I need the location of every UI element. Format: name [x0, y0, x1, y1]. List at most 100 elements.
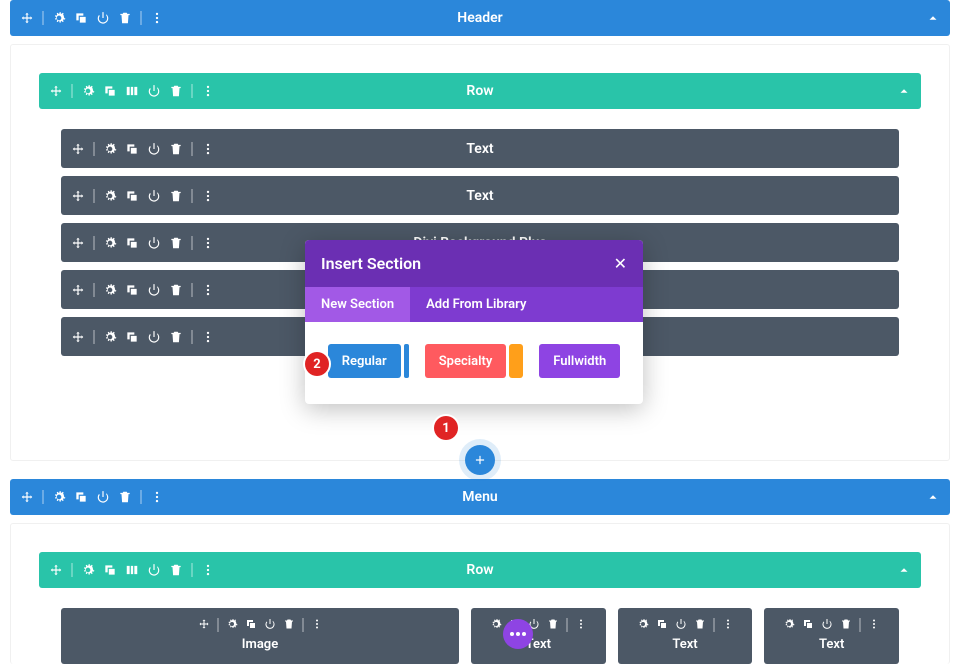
- gear-icon[interactable]: [81, 563, 95, 577]
- more-icon[interactable]: [868, 618, 880, 630]
- power-icon[interactable]: [147, 283, 161, 297]
- close-icon[interactable]: ✕: [614, 254, 627, 273]
- move-icon[interactable]: [71, 283, 85, 297]
- more-icon[interactable]: [201, 330, 215, 344]
- move-icon[interactable]: [20, 11, 34, 25]
- collapse-icon[interactable]: [926, 11, 940, 25]
- more-icon[interactable]: [201, 189, 215, 203]
- columns-icon[interactable]: [125, 84, 139, 98]
- trash-icon[interactable]: [169, 330, 183, 344]
- gear-icon[interactable]: [81, 84, 95, 98]
- more-icon[interactable]: [575, 618, 587, 630]
- module-text-1[interactable]: Text: [61, 129, 899, 168]
- power-icon[interactable]: [147, 189, 161, 203]
- move-icon[interactable]: [71, 189, 85, 203]
- collapse-icon[interactable]: [897, 84, 911, 98]
- move-icon[interactable]: [20, 490, 34, 504]
- duplicate-icon[interactable]: [74, 11, 88, 25]
- power-icon[interactable]: [96, 490, 110, 504]
- trash-icon[interactable]: [118, 11, 132, 25]
- power-icon[interactable]: [147, 563, 161, 577]
- module-label: Image: [242, 637, 278, 652]
- callout-2: 2: [305, 352, 329, 376]
- duplicate-icon[interactable]: [802, 618, 814, 630]
- trash-icon[interactable]: [547, 618, 559, 630]
- trash-icon[interactable]: [694, 618, 706, 630]
- power-icon[interactable]: [147, 330, 161, 344]
- power-icon[interactable]: [96, 11, 110, 25]
- power-icon[interactable]: [147, 142, 161, 156]
- gear-icon[interactable]: [103, 189, 117, 203]
- tab-new-section[interactable]: New Section: [305, 287, 410, 322]
- row-bar[interactable]: Row: [39, 552, 921, 588]
- power-icon[interactable]: [821, 618, 833, 630]
- duplicate-icon[interactable]: [245, 618, 257, 630]
- column-module-image[interactable]: Image: [61, 608, 459, 664]
- move-icon[interactable]: [71, 330, 85, 344]
- power-icon[interactable]: [675, 618, 687, 630]
- column-module-text-1[interactable]: Text: [471, 608, 606, 664]
- collapse-icon[interactable]: [897, 563, 911, 577]
- specialty-button[interactable]: Specialty: [425, 344, 507, 378]
- section-bar-header[interactable]: Header: [10, 0, 950, 36]
- duplicate-icon[interactable]: [125, 330, 139, 344]
- gear-icon[interactable]: [103, 142, 117, 156]
- duplicate-icon[interactable]: [103, 84, 117, 98]
- more-icon[interactable]: [201, 236, 215, 250]
- regular-button[interactable]: Regular: [328, 344, 401, 378]
- trash-icon[interactable]: [840, 618, 852, 630]
- more-icon[interactable]: [201, 283, 215, 297]
- duplicate-icon[interactable]: [125, 283, 139, 297]
- power-icon[interactable]: [264, 618, 276, 630]
- more-icon[interactable]: [311, 618, 323, 630]
- trash-icon[interactable]: [118, 490, 132, 504]
- move-icon[interactable]: [49, 84, 63, 98]
- more-icon[interactable]: [201, 142, 215, 156]
- more-icon[interactable]: [150, 490, 164, 504]
- trash-icon[interactable]: [169, 189, 183, 203]
- gear-icon[interactable]: [103, 283, 117, 297]
- gear-icon[interactable]: [52, 490, 66, 504]
- gear-icon[interactable]: [637, 618, 649, 630]
- move-icon[interactable]: [71, 142, 85, 156]
- gear-icon[interactable]: [103, 330, 117, 344]
- duplicate-icon[interactable]: [125, 236, 139, 250]
- duplicate-icon[interactable]: [125, 142, 139, 156]
- collapse-icon[interactable]: [926, 490, 940, 504]
- gear-icon[interactable]: [490, 618, 502, 630]
- more-icon[interactable]: [150, 11, 164, 25]
- gear-icon[interactable]: [52, 11, 66, 25]
- tab-add-from-library[interactable]: Add From Library: [410, 287, 542, 322]
- move-icon[interactable]: [71, 236, 85, 250]
- trash-icon[interactable]: [169, 236, 183, 250]
- trash-icon[interactable]: [169, 84, 183, 98]
- gear-icon[interactable]: [783, 618, 795, 630]
- row-bar[interactable]: Row: [39, 73, 921, 109]
- more-icon[interactable]: [722, 618, 734, 630]
- gear-icon[interactable]: [103, 236, 117, 250]
- duplicate-icon[interactable]: [125, 189, 139, 203]
- trash-icon[interactable]: [169, 563, 183, 577]
- trash-icon[interactable]: [169, 283, 183, 297]
- column-more-button[interactable]: [503, 619, 533, 649]
- module-text-2[interactable]: Text: [61, 176, 899, 215]
- more-icon[interactable]: [201, 84, 215, 98]
- divider: [71, 84, 73, 98]
- more-icon[interactable]: [201, 563, 215, 577]
- trash-icon[interactable]: [169, 142, 183, 156]
- duplicate-icon[interactable]: [656, 618, 668, 630]
- move-icon[interactable]: [49, 563, 63, 577]
- section-bar-menu[interactable]: Menu: [10, 479, 950, 515]
- move-icon[interactable]: [198, 618, 210, 630]
- column-module-text-3[interactable]: Text: [764, 608, 899, 664]
- power-icon[interactable]: [147, 84, 161, 98]
- columns-icon[interactable]: [125, 563, 139, 577]
- duplicate-icon[interactable]: [103, 563, 117, 577]
- trash-icon[interactable]: [283, 618, 295, 630]
- column-module-text-2[interactable]: Text: [618, 608, 753, 664]
- gear-icon[interactable]: [226, 618, 238, 630]
- duplicate-icon[interactable]: [74, 490, 88, 504]
- fullwidth-button[interactable]: Fullwidth: [539, 344, 620, 378]
- power-icon[interactable]: [147, 236, 161, 250]
- add-section-button[interactable]: [465, 445, 495, 475]
